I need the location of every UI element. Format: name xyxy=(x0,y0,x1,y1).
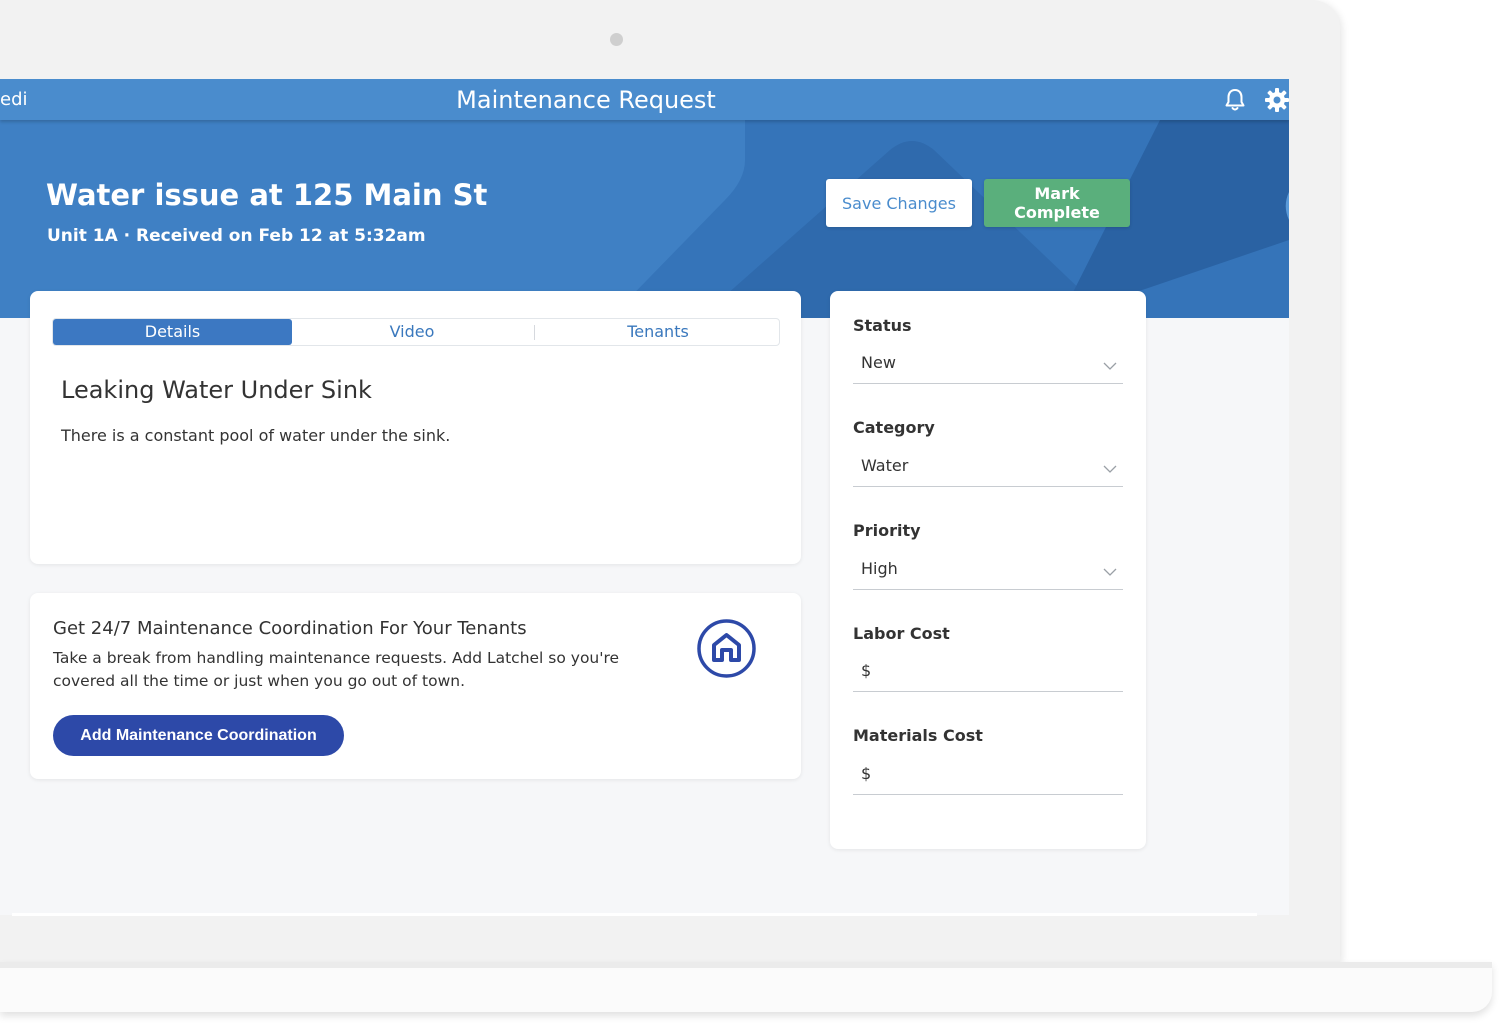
save-changes-button[interactable]: Save Changes xyxy=(826,179,972,227)
hero-banner: Water issue at 125 Main St Unit 1A · Rec… xyxy=(0,120,1289,318)
category-label: Category xyxy=(853,418,935,437)
mark-complete-button[interactable]: Mark Complete xyxy=(984,179,1130,227)
priority-value: High xyxy=(861,559,898,578)
materials-cost-input[interactable]: $ xyxy=(853,758,1123,795)
tab-bar: Details Video Tenants xyxy=(52,318,780,346)
add-maintenance-coordination-button[interactable]: Add Maintenance Coordination xyxy=(53,715,344,756)
details-card: Details Video Tenants Leaking Water Unde… xyxy=(30,291,801,564)
request-fields-panel: Status New Category Water Priority High … xyxy=(830,291,1146,849)
screen-edge xyxy=(12,913,1257,916)
status-label: Status xyxy=(853,316,912,335)
request-heading: Water issue at 125 Main St xyxy=(46,178,488,212)
category-value: Water xyxy=(861,456,909,475)
status-select[interactable]: New xyxy=(853,347,1123,384)
gear-icon[interactable] xyxy=(1264,87,1289,113)
category-select[interactable]: Water xyxy=(853,450,1123,487)
issue-description: There is a constant pool of water under … xyxy=(61,426,451,445)
request-meta: Unit 1A · Received on Feb 12 at 5:32am xyxy=(47,226,426,246)
materials-cost-value: $ xyxy=(861,764,872,783)
device-base-edge xyxy=(0,962,1492,968)
materials-cost-label: Materials Cost xyxy=(853,726,983,745)
chevron-down-icon xyxy=(1103,465,1117,473)
device-base xyxy=(0,962,1492,1012)
bell-icon[interactable] xyxy=(1222,87,1248,113)
priority-select[interactable]: High xyxy=(853,553,1123,590)
house-icon xyxy=(697,619,756,678)
tab-divider xyxy=(534,325,535,340)
tab-details[interactable]: Details xyxy=(53,319,292,345)
promo-card: Get 24/7 Maintenance Coordination For Yo… xyxy=(30,593,801,779)
top-bar: edi Maintenance Request xyxy=(0,79,1289,120)
labor-cost-label: Labor Cost xyxy=(853,624,950,643)
priority-label: Priority xyxy=(853,521,921,540)
promo-title: Get 24/7 Maintenance Coordination For Yo… xyxy=(53,618,527,639)
chevron-down-icon xyxy=(1103,568,1117,576)
issue-title: Leaking Water Under Sink xyxy=(61,376,372,404)
camera-dot xyxy=(610,33,623,46)
status-value: New xyxy=(861,353,896,372)
labor-cost-input[interactable]: $ xyxy=(853,655,1123,692)
promo-text: Take a break from handling maintenance r… xyxy=(53,649,620,690)
app-screen: edi Maintenance Request Water issue at 1… xyxy=(0,79,1289,915)
chevron-down-icon xyxy=(1103,362,1117,370)
tab-video[interactable]: Video xyxy=(292,319,532,345)
tab-tenants[interactable]: Tenants xyxy=(536,319,780,345)
app-title: Maintenance Request xyxy=(456,86,716,114)
labor-cost-value: $ xyxy=(861,661,872,680)
